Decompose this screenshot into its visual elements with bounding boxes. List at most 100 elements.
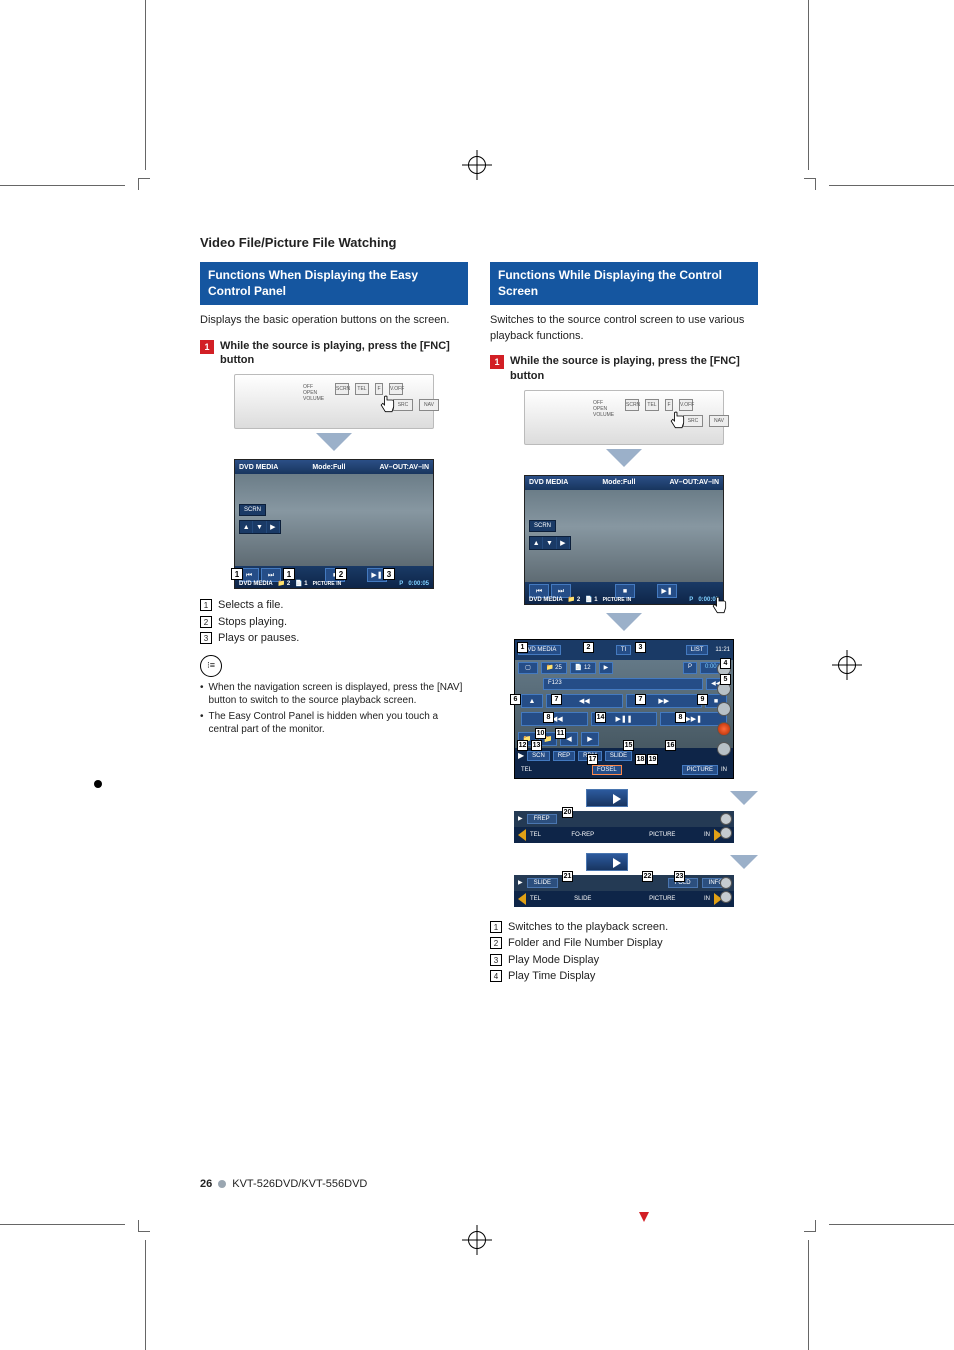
callout: 7 — [551, 694, 562, 705]
crop-mark — [138, 1220, 150, 1232]
left-step-1: 1 While the source is playing, press the… — [200, 339, 468, 369]
ctrl-prev-button: ❚◀◀ — [521, 712, 588, 726]
callout: 12 — [517, 740, 528, 751]
callout-2: 2 — [335, 568, 347, 580]
function-bar-2: ▶ SLIDE FOLD INFO TEL SLIDE PICTURE IN 2… — [514, 875, 734, 907]
left-header: Functions When Displaying the Easy Contr… — [200, 262, 468, 305]
screen-mode-label: Mode:Full — [284, 464, 373, 471]
callout: 19 — [647, 754, 658, 765]
step-text: While the source is playing, press the [… — [510, 354, 758, 384]
crop-mark — [0, 1224, 125, 1225]
ctrl-p-label: P — [683, 662, 697, 674]
side-mark-left — [94, 780, 102, 788]
pointer-hand-icon — [709, 594, 729, 618]
down-arrow-icon — [606, 613, 642, 631]
mini-down-icon: ▼ — [253, 521, 266, 533]
ctrl-rep-button: REP — [553, 751, 575, 761]
pointer-hand-icon — [667, 409, 687, 433]
legend-text: Folder and File Number Display — [508, 935, 663, 952]
ctrl-next-folder-button: ▶ — [581, 732, 599, 746]
note-text: The Easy Control Panel is hidden when yo… — [209, 710, 468, 737]
picture-label: PICTURE — [603, 597, 625, 603]
p-indicator: P — [689, 597, 693, 603]
legend-box: 1 — [490, 921, 502, 933]
side-dot-icon — [717, 702, 731, 716]
screen-source-label: DVD MEDIA — [529, 479, 568, 486]
callout: 2 — [583, 642, 594, 653]
play-indicator-icon: ▶ — [518, 879, 523, 886]
nav-left-icon — [518, 829, 526, 841]
in-label: IN — [626, 597, 631, 603]
ctrl-picture-label: PICTURE — [682, 765, 718, 775]
next-page-button — [586, 789, 628, 807]
callout: 5 — [720, 674, 731, 685]
callout: 16 — [665, 740, 676, 751]
playback-screen: DVD MEDIA Mode:Full AV–OUT:AV–IN SCRN ▲ … — [524, 475, 724, 605]
in-label: IN — [336, 581, 341, 587]
legend-text: Stops playing. — [218, 614, 287, 631]
right-step-1: 1 While the source is playing, press the… — [490, 354, 758, 384]
screen-mode-label: Mode:Full — [574, 479, 663, 486]
device-nav-button: NAV — [709, 415, 729, 427]
play-pause-button: ▶❚ — [657, 584, 677, 598]
screen-avout-label: AV–OUT:AV–IN — [669, 479, 719, 486]
legend-text: Play Time Display — [508, 968, 595, 985]
easy-control-screen: DVD MEDIA Mode:Full AV–OUT:AV–IN SCRN ▲ … — [234, 459, 434, 589]
mini-up-icon: ▲ — [530, 537, 543, 549]
ctrl-clock: 11:21 — [715, 647, 730, 653]
ctrl-scn-button: SCN — [527, 751, 550, 761]
down-arrow-icon — [316, 433, 352, 451]
crop-mark — [804, 1220, 816, 1232]
legend-text: Plays or pauses. — [218, 630, 299, 647]
callout: 18 — [635, 754, 646, 765]
callout: 8 — [675, 712, 686, 723]
legend-box: 4 — [490, 970, 502, 982]
registration-mark-top — [462, 150, 492, 180]
note-icon: ⁝≡ — [200, 655, 222, 677]
registration-mark-bottom — [462, 1225, 492, 1255]
step-number-icon: 1 — [200, 340, 214, 354]
bar-in-label: IN — [704, 896, 710, 902]
play-time: 0:00:05 — [408, 581, 429, 587]
callout: 17 — [587, 754, 598, 765]
ctrl-list-button: LIST — [686, 645, 709, 655]
mini-right-icon: ▶ — [557, 537, 570, 549]
bar-picture-label: PICTURE — [625, 832, 701, 838]
device-panel-illustration: OFF OPEN VOLUME SCRN TEL F V.OFF SRC NAV — [524, 390, 724, 445]
right-header: Functions While Displaying the Control S… — [490, 262, 758, 305]
legend-text: Switches to the playback screen. — [508, 919, 668, 936]
ctrl-play-icon: ▶ — [599, 662, 614, 674]
callout: 10 — [535, 728, 546, 739]
ctrl-tel-label: TEL — [521, 767, 532, 773]
callout: 6 — [510, 694, 521, 705]
mini-down-icon: ▼ — [543, 537, 556, 549]
step-text: While the source is playing, press the [… — [220, 339, 468, 369]
slide-label: SLIDE — [545, 896, 621, 902]
callout: 22 — [642, 871, 653, 882]
callout: 15 — [623, 740, 634, 751]
callout: 1 — [517, 642, 528, 653]
page-content: Video File/Picture File Watching Functio… — [200, 235, 760, 985]
legend-box: 3 — [490, 954, 502, 966]
callout: 7 — [635, 694, 646, 705]
ctrl-folder-number: 📁 25 — [541, 662, 567, 674]
bar-in-label: IN — [704, 832, 710, 838]
ctrl-eject-button: ▲ — [521, 694, 543, 708]
callout: 13 — [531, 740, 542, 751]
model-number: KVT-526DVD/KVT-556DVD — [232, 1178, 367, 1190]
crop-mark — [808, 1240, 809, 1350]
thumbnail-icon: ▢ — [518, 662, 538, 674]
note-text: When the navigation screen is displayed,… — [209, 681, 468, 708]
callout: 3 — [635, 642, 646, 653]
callout: 8 — [543, 712, 554, 723]
bar-tel-label: TEL — [530, 896, 541, 902]
device-nav-button: NAV — [419, 399, 439, 411]
crop-mark — [804, 178, 816, 190]
ctrl-in-label: IN — [721, 767, 727, 773]
registration-mark-right — [832, 650, 862, 680]
callout: 23 — [674, 871, 685, 882]
legend-text: Selects a file. — [218, 597, 283, 614]
mini-right-icon: ▶ — [267, 521, 280, 533]
crop-mark — [829, 1224, 954, 1225]
side-dot-icon — [720, 877, 732, 889]
